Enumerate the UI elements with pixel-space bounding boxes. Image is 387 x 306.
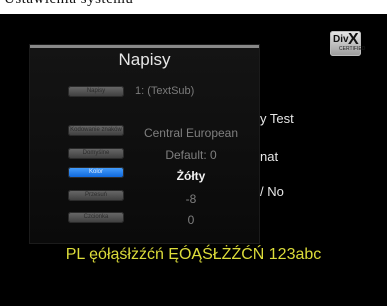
bottom-border	[0, 292, 387, 306]
subtitle-sample-text: PL ęółąśłżźćń ĘÓĄŚŁŻŹĆŃ 123abc	[65, 246, 322, 263]
panel-top-line	[30, 45, 259, 48]
menu-button-napisy[interactable]: Napisy	[68, 86, 124, 97]
divx-logo: Div X CERTIFIED	[330, 31, 365, 56]
menu-button-czcionka[interactable]: Czcionka	[68, 212, 124, 223]
subtitle-track-value: 1: (TextSub)	[135, 85, 195, 97]
divx-logo-text: Div	[333, 34, 349, 45]
menu-title: Napisy	[118, 50, 171, 69]
divx-logo-tag: CERTIFIED	[339, 46, 366, 52]
top-band: Ustawienia systemu	[0, 0, 387, 14]
value-charset: Central European	[143, 126, 239, 140]
background-text-1: y Test	[260, 111, 294, 126]
value-default: Default: 0	[165, 148, 217, 162]
menu-button-kodowanie[interactable]: Kodowanie znaków	[68, 125, 124, 136]
menu-button-domyslne[interactable]: Domyślne	[68, 148, 124, 159]
background-text-3: / No	[260, 184, 284, 199]
top-band-text: Ustawienia systemu	[4, 0, 133, 8]
value-color: Żółty	[176, 169, 206, 183]
background-text-2: nat	[260, 149, 279, 164]
value-offset: -8	[185, 192, 197, 206]
menu-button-przesun[interactable]: Przesuń	[68, 190, 124, 201]
value-font: 0	[187, 213, 195, 227]
menu-button-kolor[interactable]: Kolor	[68, 167, 124, 178]
